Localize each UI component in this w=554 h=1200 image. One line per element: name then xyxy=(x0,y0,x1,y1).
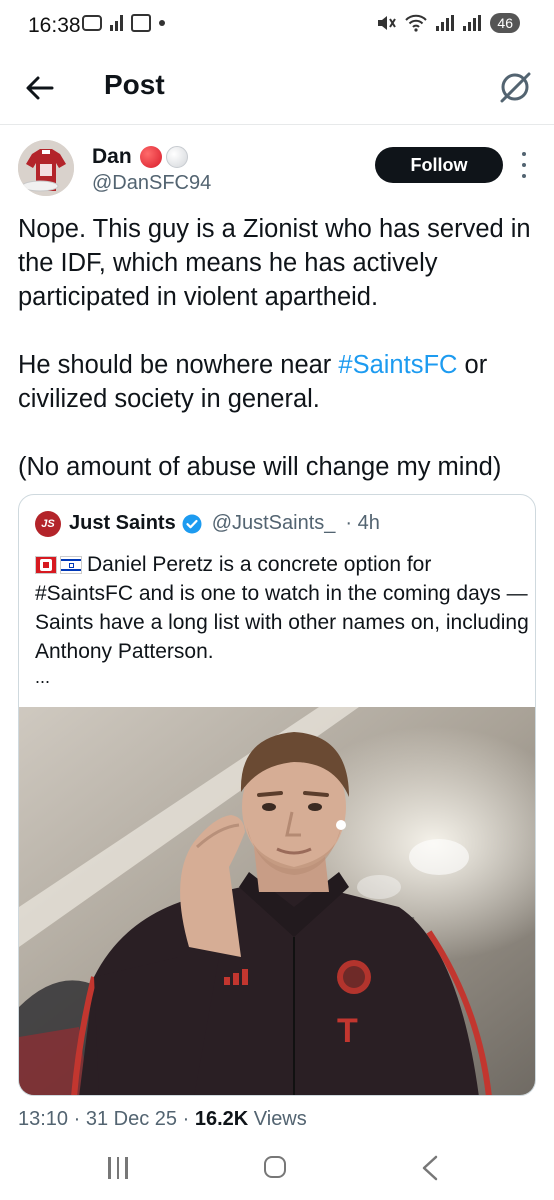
post-paragraph-2: He should be nowhere near #SaintsFC or c… xyxy=(18,348,542,416)
quote-flags xyxy=(35,556,82,574)
mute-icon xyxy=(378,16,397,30)
quote-author: Just Saints @JustSaints_ · 4h xyxy=(69,512,380,535)
quote-text-body: Daniel Peretz is a concrete option for #… xyxy=(35,553,529,663)
signal-notification-icon xyxy=(110,15,123,31)
battery-icon: 46 xyxy=(490,13,520,33)
svg-text:T: T xyxy=(337,1012,358,1050)
views-count[interactable]: 16.2K xyxy=(195,1108,248,1130)
more-options-icon[interactable] xyxy=(518,152,530,178)
verified-badge-icon xyxy=(182,514,202,533)
post-time: 13:10 xyxy=(18,1108,69,1130)
views-label[interactable]: Views xyxy=(254,1108,307,1130)
author-name-text: Dan xyxy=(92,145,132,168)
cell-signal-1-icon xyxy=(436,15,455,31)
meta-separator: · xyxy=(73,1108,81,1130)
follow-button[interactable]: Follow xyxy=(375,147,503,183)
hashtag-link[interactable]: #SaintsFC xyxy=(338,351,457,379)
system-back-icon[interactable] xyxy=(418,1154,442,1182)
status-system-icons: 46 xyxy=(376,13,520,33)
quote-ellipsis: ... xyxy=(35,667,51,687)
more-notifications-dot-icon xyxy=(159,20,165,26)
post-text: Nope. This guy is a Zionist who has serv… xyxy=(18,212,542,484)
author-handle[interactable]: @DanSFC94 xyxy=(92,172,211,195)
post-date: 31 Dec 25 xyxy=(85,1108,178,1130)
player-photo[interactable]: T xyxy=(19,707,536,1096)
status-time: 16:38 xyxy=(28,14,81,37)
cell-signal-2-icon xyxy=(463,15,482,31)
status-notification-icons xyxy=(82,14,165,32)
white-circle-emoji-icon xyxy=(165,146,188,168)
meta-separator: · xyxy=(182,1108,190,1130)
quote-author-name: Just Saints xyxy=(69,512,176,534)
home-icon[interactable] xyxy=(264,1156,286,1178)
red-circle-emoji-icon xyxy=(139,146,162,168)
author-name[interactable]: Dan xyxy=(92,145,188,169)
avatar[interactable] xyxy=(18,140,74,196)
page-title: Post xyxy=(104,69,165,100)
post-paragraph-1: Nope. This guy is a Zionist who has serv… xyxy=(18,215,531,311)
recent-apps-icon[interactable] xyxy=(108,1157,128,1179)
quote-author-handle: @JustSaints_ xyxy=(211,512,336,534)
saints-flag-icon xyxy=(35,556,57,574)
wifi-icon xyxy=(405,14,428,32)
israel-flag-icon xyxy=(60,556,82,574)
post-paragraph-2-start: He should be nowhere near xyxy=(18,351,332,379)
quote-time: · 4h xyxy=(345,512,380,534)
header-divider xyxy=(0,124,554,125)
video-notification-icon xyxy=(82,15,102,31)
status-bar: 16:38 46 xyxy=(0,0,554,52)
back-arrow-icon[interactable] xyxy=(22,70,58,106)
grok-icon[interactable] xyxy=(496,68,534,106)
post-paragraph-3: (No amount of abuse will change my mind) xyxy=(18,453,502,481)
post-meta: 13:10 · 31 Dec 25 · 16.2K Views xyxy=(18,1108,307,1131)
jersey-avatar-image xyxy=(18,140,74,196)
quote-text: Daniel Peretz is a concrete option for #… xyxy=(35,550,529,666)
gallery-notification-icon xyxy=(131,14,151,32)
system-navigation-bar xyxy=(0,1140,554,1200)
quote-avatar: JS xyxy=(35,511,61,537)
quoted-post-card[interactable]: JS Just Saints @JustSaints_ · 4h Daniel … xyxy=(18,494,536,1096)
post-header: Post xyxy=(0,56,554,120)
